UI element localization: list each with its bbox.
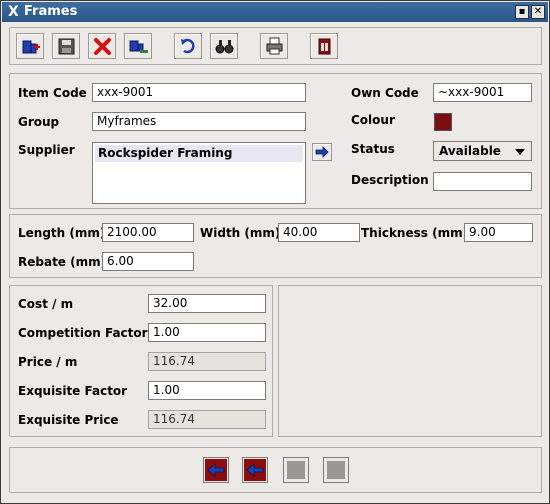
item-code-field[interactable]: xxx-9001: [92, 83, 306, 102]
width-field[interactable]: 40.00: [278, 223, 360, 242]
first-record-icon: [205, 459, 227, 481]
length-field[interactable]: 2100.00: [102, 223, 194, 242]
own-code-field[interactable]: ~xxx-9001: [433, 83, 532, 102]
group-field[interactable]: Myframes: [92, 112, 306, 131]
status-label: Status: [351, 142, 395, 156]
copy-record-button[interactable]: [124, 33, 152, 59]
thickness-field[interactable]: 9.00: [464, 223, 533, 242]
frames-window: X Frames ▪ ✕ Item Code xxx-9001 Group My…: [0, 0, 550, 504]
last-record-icon: [327, 461, 345, 479]
last-record-button[interactable]: [323, 457, 349, 483]
supplier-list[interactable]: Rockspider Framing: [92, 142, 306, 204]
competition-factor-label: Competition Factor: [18, 326, 148, 340]
dimensions-panel: Length (mm) 2100.00 Width (mm) 40.00 Thi…: [9, 214, 542, 278]
exquisite-factor-field[interactable]: 1.00: [148, 381, 266, 400]
find-button[interactable]: [210, 33, 238, 59]
close-button[interactable]: ✕: [531, 5, 545, 19]
toolbar: [9, 27, 542, 65]
details-panel: Item Code xxx-9001 Group Myframes Suppli…: [9, 73, 542, 209]
supplier-label: Supplier: [18, 143, 75, 157]
description-label: Description: [351, 173, 429, 187]
previous-record-icon: [244, 459, 266, 481]
own-code-label: Own Code: [351, 86, 419, 100]
rebate-label: Rebate (mm): [18, 255, 107, 269]
description-field[interactable]: [433, 172, 532, 191]
price-label: Price / m: [18, 355, 78, 369]
first-record-button[interactable]: [203, 457, 229, 483]
print-icon: [266, 37, 283, 55]
new-record-icon: [22, 40, 40, 54]
copy-record-icon: [129, 40, 148, 53]
pricing-panel: Cost / m 32.00 Competition Factor 1.00 P…: [9, 285, 273, 437]
next-record-icon: [287, 461, 305, 479]
exit-icon: [318, 38, 331, 55]
exit-button[interactable]: [310, 33, 338, 59]
close-icon: ✕: [533, 6, 543, 17]
save-button[interactable]: [52, 33, 80, 59]
supplier-list-item[interactable]: Rockspider Framing: [95, 145, 303, 162]
exquisite-price-field: 116.74: [148, 410, 266, 429]
status-value: Available: [439, 144, 501, 158]
rebate-field[interactable]: 6.00: [102, 252, 194, 271]
previous-record-button[interactable]: [242, 457, 268, 483]
group-label: Group: [18, 115, 60, 129]
item-code-label: Item Code: [18, 86, 87, 100]
status-dropdown[interactable]: Available: [433, 141, 532, 161]
supplier-select-button[interactable]: [312, 143, 332, 161]
title-bar[interactable]: X Frames ▪ ✕: [2, 2, 548, 22]
competition-factor-field[interactable]: 1.00: [148, 323, 266, 342]
arrow-right-icon: [315, 146, 329, 158]
price-field: 116.74: [148, 352, 266, 371]
cost-field[interactable]: 32.00: [148, 294, 266, 313]
exquisite-price-label: Exquisite Price: [18, 413, 119, 427]
delete-button[interactable]: [88, 33, 116, 59]
minimize-icon: ▪: [518, 6, 526, 17]
colour-label: Colour: [351, 113, 395, 127]
undo-icon: [181, 38, 195, 54]
minimize-button[interactable]: ▪: [515, 5, 529, 19]
find-icon: [215, 40, 234, 54]
next-record-button[interactable]: [283, 457, 309, 483]
chevron-down-icon: [515, 149, 525, 155]
cost-label: Cost / m: [18, 297, 74, 311]
navigation-bar: [9, 447, 542, 493]
save-icon: [58, 38, 75, 55]
thickness-label: Thickness (mm): [361, 226, 469, 240]
exquisite-factor-label: Exquisite Factor: [18, 384, 128, 398]
delete-icon: [94, 38, 111, 55]
app-icon: X: [8, 4, 19, 20]
colour-swatch[interactable]: [434, 113, 452, 131]
window-title: Frames: [24, 4, 78, 19]
print-button[interactable]: [260, 33, 288, 59]
width-label: Width (mm): [200, 226, 281, 240]
empty-panel: [278, 285, 542, 437]
new-record-button[interactable]: [16, 33, 44, 59]
undo-button[interactable]: [174, 33, 202, 59]
length-label: Length (mm): [18, 226, 106, 240]
